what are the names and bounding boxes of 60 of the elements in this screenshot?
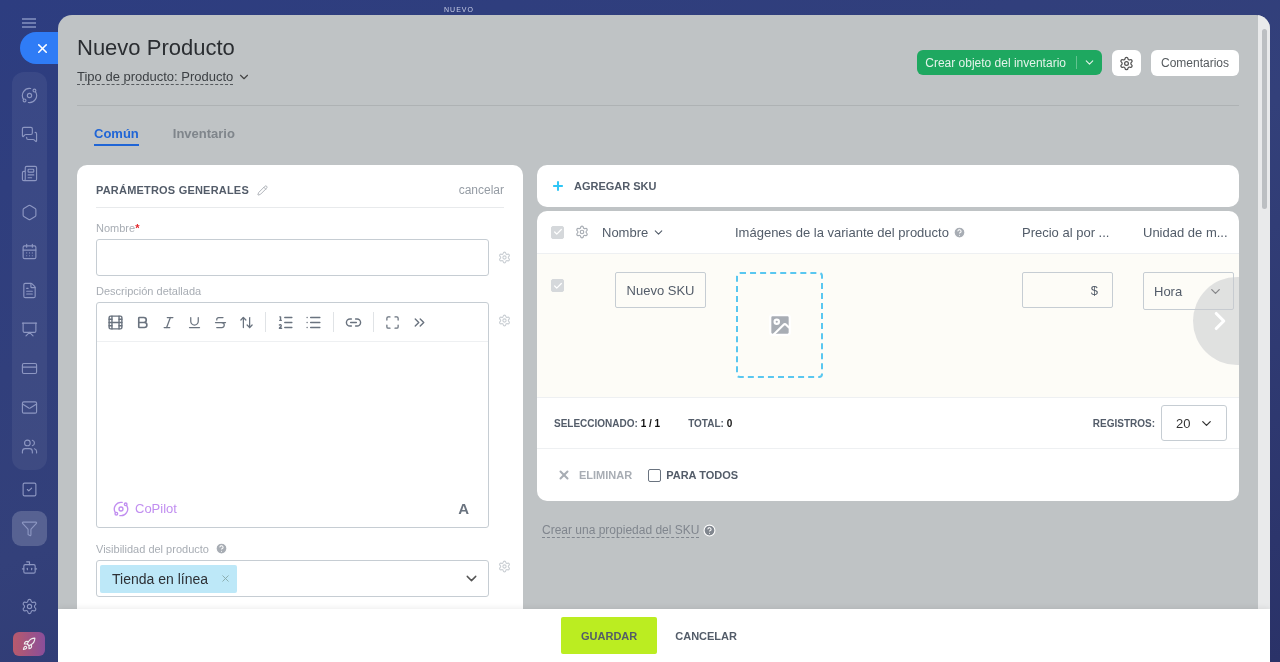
for-all-checkbox[interactable]: PARA TODOS — [648, 468, 739, 482]
column-header: Precio al por ... — [1022, 224, 1111, 240]
font-button[interactable]: A — [458, 500, 469, 517]
remove-icon[interactable] — [220, 573, 231, 584]
check-icon — [552, 227, 563, 237]
image-dropzone[interactable] — [736, 272, 823, 378]
close-icon — [557, 468, 571, 482]
font-size-icon[interactable] — [239, 314, 254, 330]
row-checkbox[interactable] — [551, 279, 564, 292]
menu-icon[interactable] — [22, 18, 36, 28]
help-icon[interactable] — [952, 225, 966, 239]
description-editor[interactable]: CoPilot A — [96, 302, 489, 528]
section-title: PARÁMETROS GENERALES — [96, 184, 249, 196]
rocket-button[interactable] — [13, 632, 45, 656]
name-field[interactable] — [96, 239, 489, 276]
field-label: Visibilidad del producto — [96, 542, 209, 555]
pencil-icon[interactable] — [256, 184, 268, 196]
settings-icon — [1118, 55, 1134, 71]
help-icon[interactable] — [703, 524, 717, 537]
product-type-link[interactable]: Tipo de producto: Producto — [77, 69, 234, 85]
unit-select[interactable]: Hora — [1143, 272, 1234, 310]
records-select[interactable]: 20 — [1161, 405, 1227, 441]
window-title: Nuevo Producto — [77, 35, 236, 61]
sku-name-field[interactable]: Nuevo SKU — [615, 272, 706, 308]
selected-count: SELECCIONADO: 1 / 1 — [554, 417, 661, 429]
field-label: Nombre* — [96, 222, 141, 234]
column-header: Imágenes de la variante del producto — [735, 224, 949, 240]
rocket-icon — [22, 637, 36, 651]
field-label: Descripción detallada — [96, 285, 203, 297]
fullscreen-icon[interactable] — [385, 314, 400, 330]
price-field[interactable]: $ — [1022, 272, 1113, 308]
cancel-button[interactable]: CANCELAR — [669, 617, 743, 654]
settings-icon[interactable] — [575, 225, 589, 239]
total-count: TOTAL: 0 — [688, 417, 733, 429]
column-header: Unidad de m... — [1143, 224, 1229, 240]
italic-icon[interactable] — [161, 314, 176, 330]
visibility-tag[interactable]: Tienda en línea — [100, 564, 237, 593]
column-header[interactable]: Nombre — [602, 224, 735, 240]
comments-button[interactable]: Comentarios — [1150, 50, 1239, 76]
settings-button[interactable] — [1111, 50, 1141, 76]
video-icon[interactable] — [107, 313, 124, 331]
copilot-icon — [113, 500, 129, 517]
column-header[interactable]: Nombre — [602, 224, 649, 240]
help-icon[interactable] — [214, 542, 228, 555]
bold-icon[interactable] — [135, 314, 150, 330]
add-sku-button[interactable]: AGREGAR SKU — [537, 165, 1239, 207]
funnel-icon[interactable] — [11, 511, 47, 546]
save-button[interactable]: GUARDAR — [561, 617, 658, 654]
image-icon — [766, 312, 793, 338]
plus-icon — [551, 179, 565, 193]
visibility-select[interactable]: Tienda en línea — [96, 560, 489, 597]
select-all-checkbox[interactable] — [551, 225, 564, 239]
records-label: REGISTROS: — [1092, 417, 1155, 429]
numbered-list-icon[interactable] — [277, 313, 294, 331]
check-icon — [552, 280, 563, 291]
underline-icon[interactable] — [187, 314, 202, 330]
scrollbar-thumb[interactable] — [1261, 29, 1267, 209]
close-button[interactable] — [20, 32, 60, 64]
strikethrough-icon[interactable] — [213, 314, 228, 330]
required-mark: * — [135, 222, 140, 234]
